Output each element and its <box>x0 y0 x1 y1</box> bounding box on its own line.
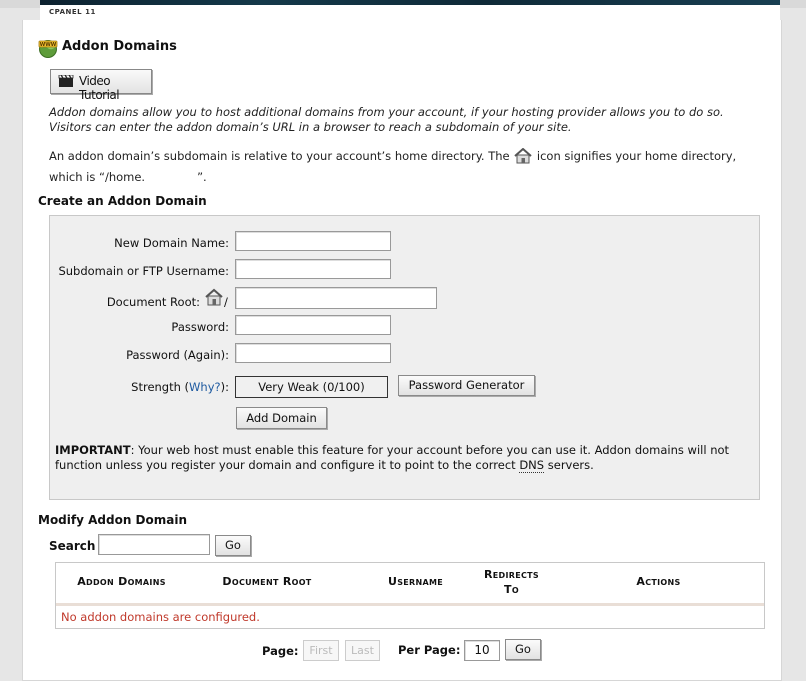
col-document-root[interactable]: Document Root <box>212 575 322 588</box>
video-tutorial-label: Video Tutorial <box>79 74 120 102</box>
intro-text: Addon domains allow you to host addition… <box>49 105 724 134</box>
modify-section-heading: Modify Addon Domain <box>38 513 188 527</box>
empty-table-message: No addon domains are configured. <box>61 610 260 624</box>
docroot-slash: / <box>224 295 228 309</box>
per-page-go-button[interactable]: Go <box>505 639 541 660</box>
dns-abbr: DNS <box>519 458 545 473</box>
svg-text:WWW: WWW <box>40 42 57 48</box>
password-again-label: Password (Again): <box>126 348 229 362</box>
docroot-label: Document Root: <box>106 295 200 309</box>
search-go-button[interactable]: Go <box>215 535 251 556</box>
col-username[interactable]: Username <box>378 575 453 588</box>
strength-label-close: ): <box>220 380 229 394</box>
password-again-input[interactable] <box>235 343 391 363</box>
first-page-button[interactable]: First <box>303 640 339 661</box>
home-note-part-1: An addon domain’s subdomain is relative … <box>49 149 510 163</box>
subdomain-label: Subdomain or FTP Username: <box>58 264 229 278</box>
page-title: Addon Domains <box>62 39 177 54</box>
brand-label: CPANEL 11 <box>49 8 96 16</box>
password-input[interactable] <box>235 315 391 335</box>
search-label: Search <box>49 539 96 553</box>
col-actions: Actions <box>636 575 681 588</box>
strength-meter: Very Weak (0/100) <box>235 376 388 398</box>
per-page-input[interactable]: 10 <box>464 640 500 661</box>
col-addon-domains[interactable]: Addon Domains <box>64 575 179 588</box>
important-text: : Your web host must enable this feature… <box>55 443 730 472</box>
password-label: Password: <box>171 320 229 334</box>
password-generator-button[interactable]: Password Generator <box>398 375 535 396</box>
last-page-button[interactable]: Last <box>345 640 380 661</box>
col-redirects[interactable]: Redirects <box>474 568 549 581</box>
important-notice: IMPORTANT: Your web host must enable thi… <box>55 443 745 473</box>
document-root-input[interactable] <box>235 287 437 309</box>
home-icon <box>514 148 532 164</box>
strength-label-text: Strength ( <box>131 380 190 394</box>
page-label: Page: <box>262 644 299 658</box>
important-end: servers. <box>544 458 594 472</box>
video-tutorial-button[interactable]: Video Tutorial <box>50 69 152 102</box>
home-note-part-3: ”. <box>197 170 207 184</box>
home-directory-icon <box>205 288 223 306</box>
table-header: Addon Domains Document Root Username Red… <box>56 563 764 606</box>
create-addon-form: New Domain Name: Subdomain or FTP Userna… <box>49 215 760 500</box>
video-camera-icon <box>58 75 74 87</box>
create-section-heading: Create an Addon Domain <box>38 194 207 208</box>
strength-label: Strength (Why?): <box>50 380 229 394</box>
per-page-label: Per Page: <box>398 643 461 657</box>
important-label: IMPORTANT <box>55 443 131 457</box>
search-input[interactable] <box>98 534 210 555</box>
new-domain-label: New Domain Name: <box>114 236 229 250</box>
home-directory-note: An addon domain’s subdomain is relative … <box>49 146 769 188</box>
subdomain-input[interactable] <box>235 259 391 279</box>
new-domain-input[interactable] <box>235 231 391 251</box>
why-link[interactable]: Why? <box>189 380 221 394</box>
add-domain-button[interactable]: Add Domain <box>236 407 327 429</box>
col-redirects-to[interactable]: To <box>474 583 549 596</box>
www-globe-icon: WWW <box>38 40 58 58</box>
addon-domains-table: Addon Domains Document Root Username Red… <box>55 562 765 629</box>
